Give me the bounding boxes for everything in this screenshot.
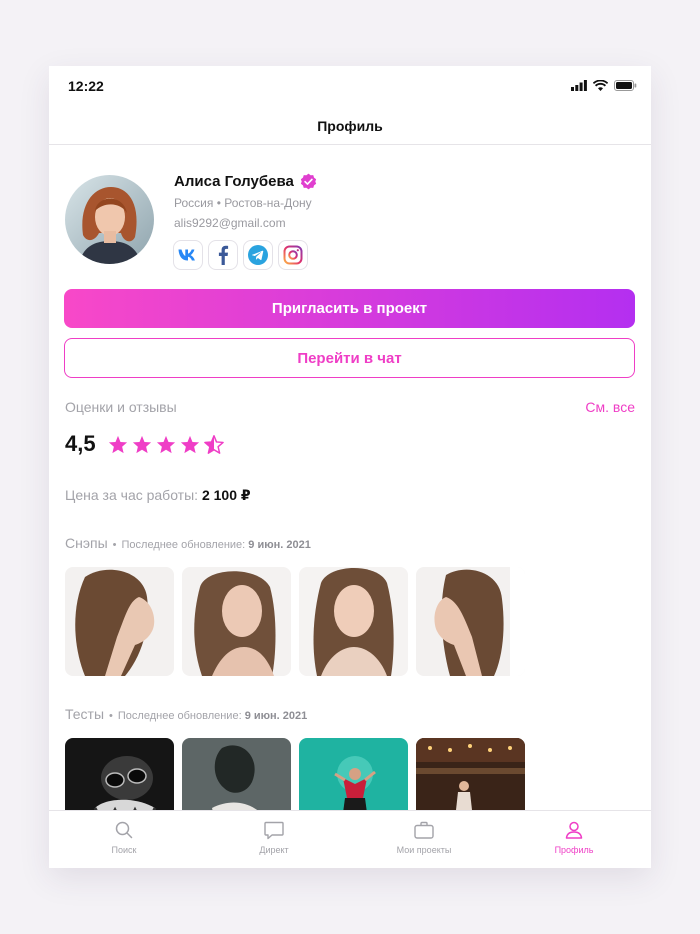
tab-my-projects-label: Мои проекты [396, 845, 452, 855]
instagram-icon[interactable] [278, 240, 308, 270]
rating: 4,5 [65, 431, 224, 457]
snaps-updated: Последнее обновление: 9 июн. 2021 [122, 539, 311, 551]
profile-name: Алиса Голубева [174, 173, 294, 190]
snap-photo[interactable] [65, 567, 174, 676]
snap-photo[interactable] [416, 567, 525, 676]
price-value: 2 100 ₽ [201, 487, 251, 503]
briefcase-icon [414, 821, 434, 839]
snaps-title: Снэпы [65, 535, 108, 551]
tests-title: Тесты [65, 706, 105, 722]
go-to-chat-button[interactable]: Перейти в чат [64, 338, 635, 378]
tests-updated-label: Последнее обновление: [117, 710, 242, 722]
tab-direct[interactable]: Директ [199, 819, 349, 855]
reviews-title: Оценки и отзывы [65, 399, 177, 415]
nav-bar: Профиль [49, 106, 651, 145]
phone-screen: 12:22 Профиль Алиса Голубева Россия • Ро… [49, 66, 651, 868]
snaps-header: Снэпы • Последнее обновление: 9 июн. 202… [65, 535, 311, 551]
profile-location: Россия • Ростов-на-Дону [174, 196, 312, 210]
star-icon [132, 435, 151, 453]
social-links [173, 240, 308, 270]
price-label: Цена за час работы: [65, 487, 199, 503]
tab-direct-label: Директ [259, 845, 289, 855]
invite-to-project-button[interactable]: Пригласить в проект [64, 289, 635, 328]
tab-search[interactable]: Поиск [49, 819, 199, 855]
avatar [65, 175, 154, 264]
page-title: Профиль [317, 118, 383, 134]
profile-email: alis9292@gmail.com [174, 216, 286, 230]
tab-my-projects[interactable]: Мои проекты [349, 819, 499, 855]
snaps-updated-date: 9 июн. 2021 [248, 539, 311, 551]
chat-icon [264, 821, 284, 839]
star-icon [180, 435, 199, 453]
rating-value: 4,5 [65, 431, 96, 456]
user-icon [565, 821, 583, 839]
hourly-price: Цена за час работы: 2 100 ₽ [65, 487, 251, 504]
snaps-separator: • [112, 539, 117, 551]
status-bar: 12:22 [49, 66, 651, 106]
snaps-updated-label: Последнее обновление: [121, 539, 246, 551]
battery-icon [614, 80, 637, 91]
snap-photo[interactable] [299, 567, 408, 676]
see-all-link[interactable]: См. все [585, 399, 635, 415]
tests-separator: • [109, 710, 113, 722]
tab-bar: Поиск Директ Мои проекты Профиль [49, 810, 651, 868]
tests-updated: Последнее обновление: 9 июн. 2021 [118, 710, 307, 722]
star-half-icon [203, 434, 224, 454]
telegram-icon[interactable] [243, 240, 273, 270]
snaps-gallery [65, 567, 525, 676]
star-icon [108, 435, 127, 453]
vk-icon[interactable] [173, 240, 203, 270]
star-icon [156, 435, 175, 453]
signal-icon [571, 80, 587, 91]
location-separator: • [216, 196, 221, 210]
rating-stars [108, 434, 224, 454]
tab-profile-label: Профиль [554, 845, 594, 855]
verified-icon [300, 173, 316, 190]
search-icon [115, 821, 133, 839]
facebook-icon[interactable] [208, 240, 238, 270]
tests-updated-date: 9 июн. 2021 [244, 710, 308, 722]
wifi-icon [593, 80, 608, 91]
tab-profile[interactable]: Профиль [499, 819, 649, 855]
tests-header: Тесты • Последнее обновление: 9 июн. 202… [65, 706, 307, 722]
profile-city: Ростов-на-Дону [224, 196, 312, 210]
snap-photo[interactable] [182, 567, 291, 676]
profile-country: Россия [174, 196, 214, 210]
status-time: 12:22 [68, 78, 104, 94]
tab-search-label: Поиск [111, 845, 137, 855]
